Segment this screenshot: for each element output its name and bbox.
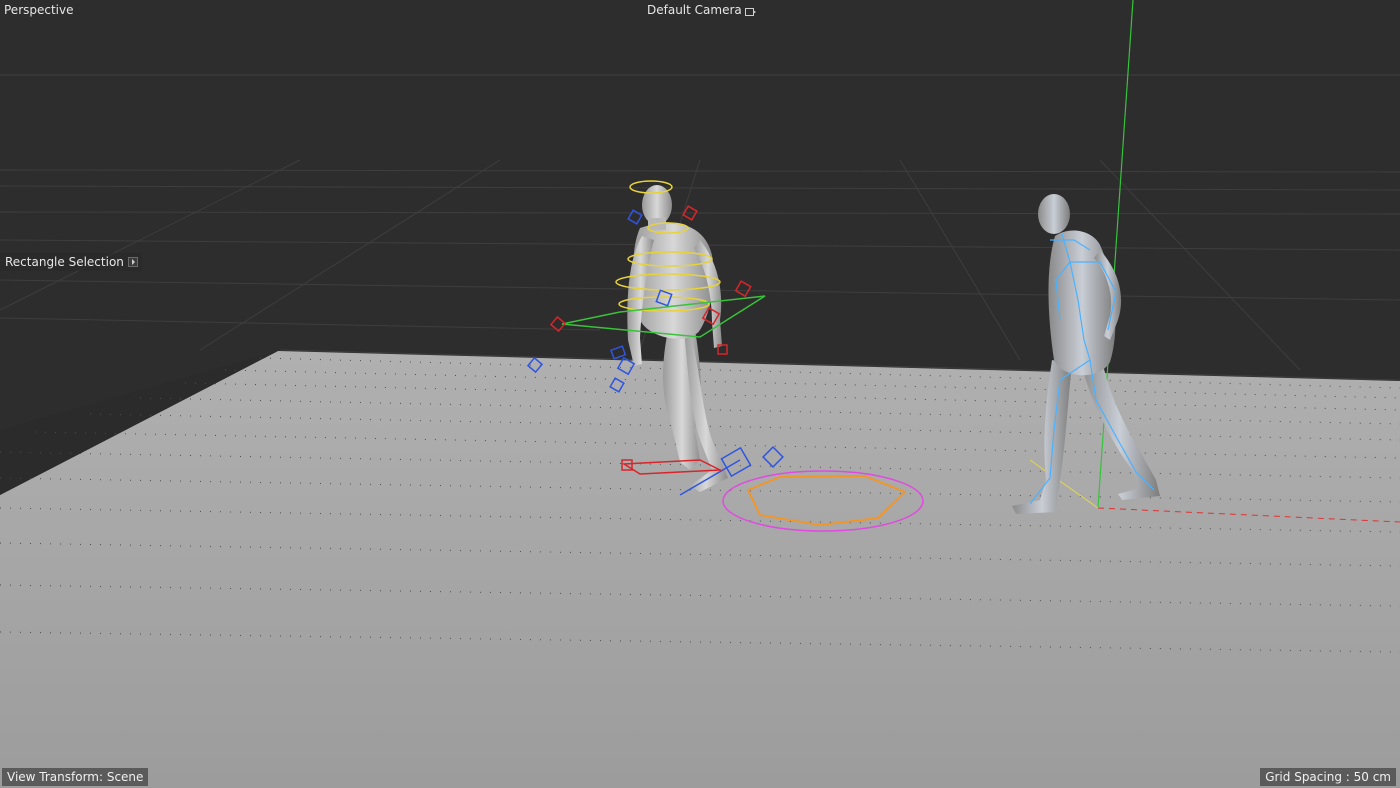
selection-tool-indicator[interactable]: Rectangle Selection: [0, 253, 142, 271]
viewport-scene[interactable]: [0, 0, 1400, 788]
camera-selector[interactable]: Default Camera: [647, 2, 756, 18]
view-name-label[interactable]: Perspective: [4, 2, 74, 18]
3d-viewport[interactable]: Perspective Default Camera Rectangle Sel…: [0, 0, 1400, 788]
expand-arrow-icon[interactable]: [127, 257, 138, 267]
view-transform-badge: View Transform: Scene: [2, 768, 149, 786]
camera-name-label[interactable]: Default Camera: [647, 2, 742, 18]
background-grid: [0, 74, 1400, 381]
selection-tool-label[interactable]: Rectangle Selection: [5, 254, 124, 270]
camera-lock-icon[interactable]: [744, 6, 756, 16]
grid-spacing-badge: Grid Spacing : 50 cm: [1260, 768, 1396, 786]
